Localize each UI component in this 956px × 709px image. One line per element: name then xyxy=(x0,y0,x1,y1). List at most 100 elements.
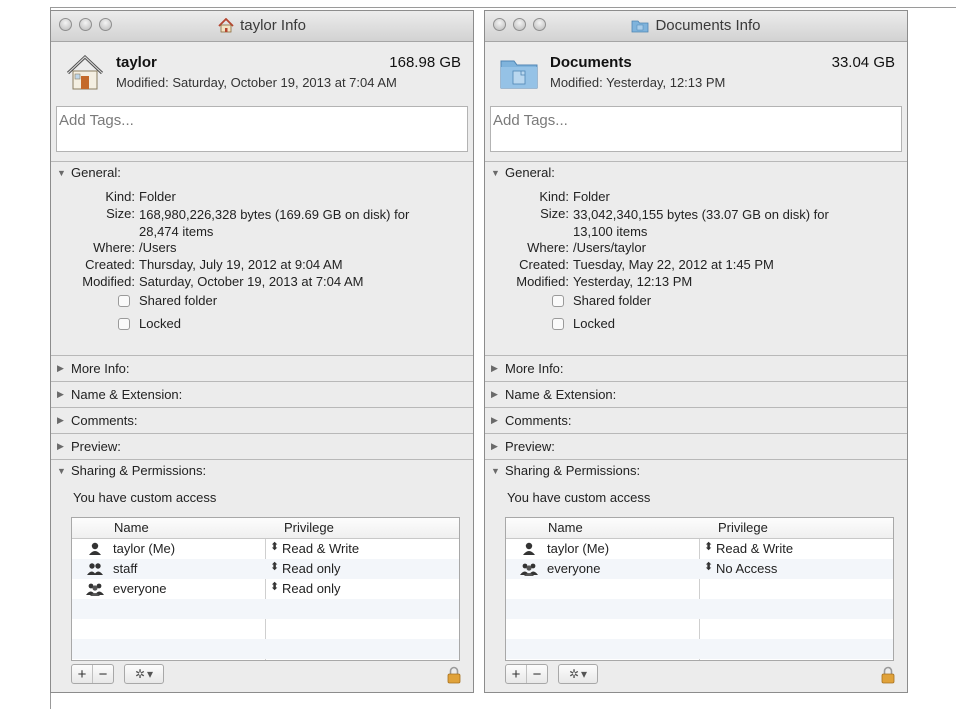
disclosure-closed-icon: ▶ xyxy=(491,415,498,425)
column-header-privilege[interactable]: Privilege xyxy=(718,520,768,535)
disclosure-closed-icon: ▶ xyxy=(57,363,64,373)
size-value: 33,042,340,155 bytes (33.07 GB on disk) … xyxy=(573,206,829,240)
lock-icon[interactable] xyxy=(881,666,895,684)
created-label: Created: xyxy=(519,257,569,272)
table-row-empty xyxy=(506,579,893,599)
checkbox-box[interactable] xyxy=(552,318,564,330)
disclosure-closed-icon: ▶ xyxy=(491,363,498,373)
remove-user-button[interactable]: − xyxy=(92,665,113,683)
locked-checkbox[interactable]: Locked xyxy=(51,314,473,337)
gear-icon: ✲ xyxy=(134,667,146,681)
table-row-empty xyxy=(72,619,459,639)
window-title: Documents Info xyxy=(485,17,907,34)
section-label: Comments: xyxy=(71,413,138,428)
section-comments[interactable]: ▶ Comments: xyxy=(485,408,907,434)
section-preview[interactable]: ▶ Preview: xyxy=(51,434,473,460)
divider xyxy=(51,161,473,162)
table-row[interactable]: everyone ⬍ Read only xyxy=(72,579,459,599)
divider xyxy=(485,161,907,162)
stepper-arrows-icon[interactable]: ⬍ xyxy=(270,560,279,573)
disclosure-open-icon: ▼ xyxy=(491,167,500,178)
table-header: Name Privilege xyxy=(506,518,893,539)
add-user-button[interactable]: + xyxy=(72,665,92,683)
section-name-extension[interactable]: ▶ Name & Extension: xyxy=(51,382,473,408)
remove-user-button[interactable]: − xyxy=(526,665,547,683)
privilege-value[interactable]: Read & Write xyxy=(716,541,793,556)
created-value: Tuesday, May 22, 2012 at 1:45 PM xyxy=(573,257,774,272)
shared-folder-checkbox[interactable]: Shared folder xyxy=(485,291,907,314)
everyone-icon xyxy=(520,563,538,576)
table-row[interactable]: staff ⬍ Read only xyxy=(72,559,459,579)
created-label: Created: xyxy=(85,257,135,272)
column-header-privilege[interactable]: Privilege xyxy=(284,520,334,535)
stepper-arrows-icon[interactable]: ⬍ xyxy=(704,540,713,553)
disclosure-closed-icon: ▶ xyxy=(57,415,64,425)
column-header-name[interactable]: Name xyxy=(114,520,149,535)
stepper-arrows-icon[interactable]: ⬍ xyxy=(704,560,713,573)
frame-border-top xyxy=(50,7,956,8)
privilege-value[interactable]: Read only xyxy=(282,561,341,576)
stepper-arrows-icon[interactable]: ⬍ xyxy=(270,540,279,553)
divider xyxy=(51,459,473,460)
size-label: Size: xyxy=(540,206,569,221)
section-general-toggle[interactable]: ▼ General: xyxy=(57,165,121,180)
disclosure-open-icon: ▼ xyxy=(491,465,500,476)
table-row[interactable]: taylor (Me) ⬍ Read & Write xyxy=(506,539,893,559)
section-sharing-toggle[interactable]: ▼ Sharing & Permissions: xyxy=(57,463,206,478)
section-comments[interactable]: ▶ Comments: xyxy=(51,408,473,434)
info-window-documents: Documents Info Documents 33.04 GB Modifi… xyxy=(484,10,908,693)
shared-folder-checkbox[interactable]: Shared folder xyxy=(51,291,473,314)
column-header-name[interactable]: Name xyxy=(548,520,583,535)
created-value: Thursday, July 19, 2012 at 9:04 AM xyxy=(139,257,343,272)
window-title: taylor Info xyxy=(51,17,473,34)
title-bar[interactable]: taylor Info xyxy=(51,11,473,42)
tags-field[interactable]: Add Tags... xyxy=(490,106,902,152)
section-general-label: General: xyxy=(505,165,555,180)
section-label: Name & Extension: xyxy=(71,387,183,402)
section-more-info[interactable]: ▶ More Info: xyxy=(485,356,907,382)
size-value: 168,980,226,328 bytes (169.69 GB on disk… xyxy=(139,206,409,240)
kind-label: Kind: xyxy=(105,189,135,204)
item-name: taylor xyxy=(116,54,157,71)
add-user-button[interactable]: + xyxy=(506,665,526,683)
modified-label: Modified: xyxy=(82,274,135,289)
section-general-toggle[interactable]: ▼ General: xyxy=(491,165,555,180)
section-more-info[interactable]: ▶ More Info: xyxy=(51,356,473,382)
section-sharing-toggle[interactable]: ▼ Sharing & Permissions: xyxy=(491,463,640,478)
folder-icon xyxy=(632,20,649,32)
table-row-empty xyxy=(506,619,893,639)
shared-folder-label: Shared folder xyxy=(573,293,652,308)
item-header: taylor 168.98 GB Modified: Saturday, Oct… xyxy=(51,42,473,106)
tags-field[interactable]: Add Tags... xyxy=(56,106,468,152)
checkbox-box[interactable] xyxy=(118,318,130,330)
section-label: Comments: xyxy=(505,413,572,428)
stepper-arrows-icon[interactable]: ⬍ xyxy=(270,580,279,593)
section-sharing-label: Sharing & Permissions: xyxy=(505,463,641,478)
section-preview[interactable]: ▶ Preview: xyxy=(485,434,907,460)
add-remove-group: + − xyxy=(71,664,114,684)
access-status: You have custom access xyxy=(507,490,651,505)
permissions-table: Name Privilege taylor (Me) ⬍ Read & Writ… xyxy=(71,517,460,661)
privilege-value[interactable]: Read & Write xyxy=(282,541,359,556)
table-row[interactable]: taylor (Me) ⬍ Read & Write xyxy=(72,539,459,559)
modified-value: Yesterday, 12:13 PM xyxy=(573,274,693,289)
table-row[interactable]: everyone ⬍ No Access xyxy=(506,559,893,579)
size-value-line2: 13,100 items xyxy=(573,224,648,239)
privilege-value[interactable]: Read only xyxy=(282,581,341,596)
checkbox-box[interactable] xyxy=(552,295,564,307)
action-menu-button[interactable]: ✲ ▾ xyxy=(124,664,164,684)
locked-checkbox[interactable]: Locked xyxy=(485,314,907,337)
action-menu-button[interactable]: ✲ ▾ xyxy=(558,664,598,684)
lock-icon[interactable] xyxy=(447,666,461,684)
section-label: More Info: xyxy=(71,361,130,376)
title-bar[interactable]: Documents Info xyxy=(485,11,907,42)
section-name-extension[interactable]: ▶ Name & Extension: xyxy=(485,382,907,408)
general-info: Kind: Folder Size: 33,042,340,155 bytes (3… xyxy=(485,189,907,337)
permissions-table: Name Privilege taylor (Me) ⬍ Read & Writ… xyxy=(505,517,894,661)
shared-folder-label: Shared folder xyxy=(139,293,218,308)
single-user-icon xyxy=(89,542,101,555)
modified-value: Saturday, October 19, 2013 at 7:04 AM xyxy=(139,274,364,289)
kind-value: Folder xyxy=(139,189,176,204)
checkbox-box[interactable] xyxy=(118,295,130,307)
privilege-value[interactable]: No Access xyxy=(716,561,777,576)
